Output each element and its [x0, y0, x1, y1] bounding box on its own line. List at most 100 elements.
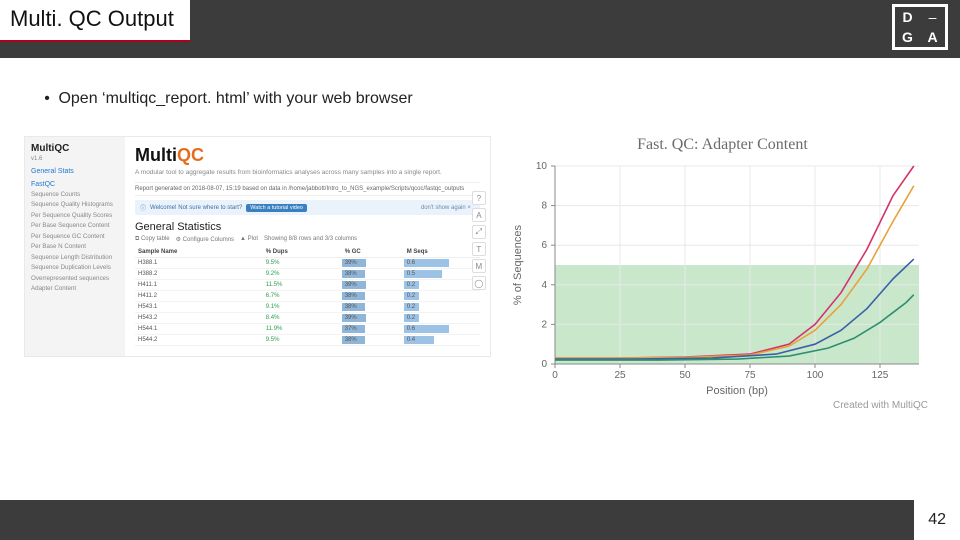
- svg-text:10: 10: [536, 161, 548, 172]
- mqc-nav-head: FastQC: [31, 181, 119, 188]
- mqc-nav-item[interactable]: Overrepresented sequences: [31, 275, 119, 282]
- figure-row: MultiQC v1.6 General Stats FastQC Sequen…: [0, 108, 960, 411]
- cell-gc: 39%: [342, 280, 404, 291]
- mqc-welcome-banner: ⓘ Welcome! Not sure where to start? Watc…: [135, 200, 480, 215]
- slide-title: Multi. QC Output: [0, 0, 190, 42]
- welcome-text: Welcome! Not sure where to start?: [150, 205, 242, 211]
- mqc-generated-line: Report generated on 2018-08-07, 15:19 ba…: [135, 182, 480, 196]
- cell-dups: 9.5%: [263, 335, 342, 346]
- tutorial-button[interactable]: Watch a tutorial video: [246, 204, 307, 212]
- svg-text:0: 0: [552, 370, 558, 381]
- cell-dups: 6.7%: [263, 291, 342, 302]
- cell-gc: 38%: [342, 335, 404, 346]
- mqc-logo: MultiQC: [135, 145, 480, 166]
- adapter-content-chart: Fast. QC: Adapter Content 02550751001250…: [509, 136, 936, 411]
- info-icon: ⓘ: [140, 203, 146, 212]
- bullet-line: • Open ‘multiqc_report. html’ with your …: [40, 90, 920, 108]
- svg-text:2: 2: [541, 319, 547, 330]
- chart-title: Fast. QC: Adapter Content: [509, 136, 936, 154]
- cell-dups: 9.2%: [263, 269, 342, 280]
- cell-mseqs: 0.6: [404, 324, 480, 335]
- mqc-nav-item[interactable]: Adapter Content: [31, 285, 119, 292]
- cell-mseqs: 0.4: [404, 335, 480, 346]
- cell-sample: H388.2: [135, 269, 263, 280]
- mqc-brand: MultiQC: [31, 143, 119, 154]
- mqc-nav-list: Sequence Counts Sequence Quality Histogra…: [31, 191, 119, 292]
- logo-letter: –: [920, 7, 945, 27]
- cell-sample: H388.1: [135, 258, 263, 269]
- mqc-sidebar: MultiQC v1.6 General Stats FastQC Sequen…: [25, 137, 125, 356]
- mqc-nav-item[interactable]: Per Sequence Quality Scores: [31, 212, 119, 219]
- logo-letter: G: [895, 27, 920, 47]
- mqc-nav-item[interactable]: Sequence Duplication Levels: [31, 264, 119, 271]
- mqc-nav-item[interactable]: Per Base Sequence Content: [31, 222, 119, 229]
- mqc-nav-item[interactable]: Per Sequence GC Content: [31, 233, 119, 240]
- table-row: H388.19.5%39%0.6: [135, 258, 480, 269]
- general-stats-table: Sample Name% Dups% GCM Seqs H388.19.5%39…: [135, 247, 480, 346]
- mqc-tool[interactable]: ⧉ Copy table: [135, 236, 170, 243]
- multiqc-report-screenshot: MultiQC v1.6 General Stats FastQC Sequen…: [24, 136, 491, 357]
- table-header: Sample Name: [135, 247, 263, 258]
- mqc-side-icon[interactable]: ?: [472, 191, 486, 205]
- mqc-nav-item[interactable]: Sequence Length Distribution: [31, 254, 119, 261]
- footer-bar: 42: [0, 500, 960, 540]
- cell-sample: H411.2: [135, 291, 263, 302]
- table-row: H544.111.9%37%0.6: [135, 324, 480, 335]
- mqc-side-icon[interactable]: M: [472, 259, 486, 273]
- bullet-icon: •: [40, 90, 54, 108]
- table-row: H543.28.4%39%0.2: [135, 313, 480, 324]
- mqc-side-icon[interactable]: ◯: [472, 276, 486, 290]
- mqc-nav-item[interactable]: Per Base N Content: [31, 243, 119, 250]
- mqc-nav-item[interactable]: Sequence Counts: [31, 191, 119, 198]
- table-row: H411.26.7%38%0.2: [135, 291, 480, 302]
- mqc-main: MultiQC A modular tool to aggregate resu…: [125, 137, 490, 356]
- cell-mseqs: 0.5: [404, 269, 480, 280]
- mqc-side-icon[interactable]: A: [472, 208, 486, 222]
- logo-letter: A: [920, 27, 945, 47]
- cell-mseqs: 0.2: [404, 280, 480, 291]
- bullet-text: Open ‘multiqc_report. html’ with your we…: [58, 90, 412, 107]
- mqc-tool[interactable]: ⚙ Configure Columns: [176, 236, 234, 243]
- mqc-side-icon[interactable]: T: [472, 242, 486, 256]
- cell-gc: 38%: [342, 269, 404, 280]
- mqc-nav-item[interactable]: Sequence Quality Histograms: [31, 201, 119, 208]
- cell-gc: 38%: [342, 291, 404, 302]
- svg-text:100: 100: [807, 370, 824, 381]
- cell-sample: H543.2: [135, 313, 263, 324]
- cell-dups: 8.4%: [263, 313, 342, 324]
- svg-text:4: 4: [541, 280, 547, 291]
- table-row: H411.111.5%39%0.2: [135, 280, 480, 291]
- cell-gc: 37%: [342, 324, 404, 335]
- chart-credit: Created with MultiQC: [509, 400, 936, 411]
- title-bar: Multi. QC Output D – G A: [0, 0, 960, 58]
- cell-gc: 38%: [342, 302, 404, 313]
- cell-sample: H544.1: [135, 324, 263, 335]
- mqc-side-icon[interactable]: ⤢: [472, 225, 486, 239]
- cell-sample: H543.1: [135, 302, 263, 313]
- mqc-tool[interactable]: Showing 8/8 rows and 3/3 columns: [264, 236, 357, 243]
- table-row: H543.19.1%38%0.2: [135, 302, 480, 313]
- chart-svg: 02550751001250246810Position (bp)% of Se…: [509, 158, 929, 398]
- svg-text:125: 125: [872, 370, 889, 381]
- slide-body: • Open ‘multiqc_report. html’ with your …: [0, 58, 960, 108]
- mqc-table-toolbar: ⧉ Copy table ⚙ Configure Columns ▲ Plot Sho…: [135, 236, 480, 243]
- cell-mseqs: 0.2: [404, 302, 480, 313]
- svg-text:% of Sequences: % of Sequences: [512, 224, 524, 305]
- cell-mseqs: 0.2: [404, 291, 480, 302]
- mqc-nav-head: General Stats: [31, 168, 119, 175]
- cell-dups: 9.1%: [263, 302, 342, 313]
- close-banner-button[interactable]: don't show again ×: [417, 205, 475, 211]
- cell-mseqs: 0.2: [404, 313, 480, 324]
- mqc-tagline: A modular tool to aggregate results from…: [135, 169, 480, 176]
- mqc-section-title: General Statistics: [135, 221, 480, 233]
- table-header: % Dups: [263, 247, 342, 258]
- svg-text:75: 75: [744, 370, 756, 381]
- mqc-tool[interactable]: ▲ Plot: [240, 236, 258, 243]
- cell-gc: 39%: [342, 258, 404, 269]
- table-header: % GC: [342, 247, 404, 258]
- cell-dups: 11.9%: [263, 324, 342, 335]
- cell-dups: 9.5%: [263, 258, 342, 269]
- table-row: H388.29.2%38%0.5: [135, 269, 480, 280]
- table-row: H544.29.5%38%0.4: [135, 335, 480, 346]
- mqc-version: v1.6: [31, 156, 119, 162]
